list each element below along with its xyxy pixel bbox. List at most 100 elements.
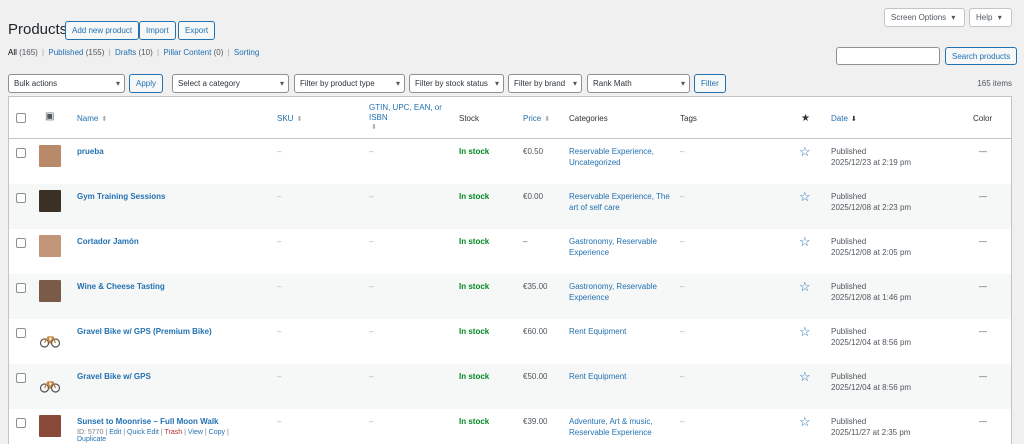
sku-value: –	[277, 372, 282, 381]
separator: |	[108, 48, 111, 57]
view-sorting[interactable]: Sorting	[234, 48, 259, 57]
row-checkbox[interactable]	[16, 238, 26, 248]
product-name-link[interactable]: Cortador Jamón	[77, 236, 139, 247]
row-checkbox[interactable]	[16, 328, 26, 338]
product-name-link[interactable]: Wine & Cheese Tasting	[77, 281, 165, 292]
export-button[interactable]: Export	[178, 21, 216, 40]
screen-options-button[interactable]: Screen Options ▾	[884, 8, 965, 27]
bulk-actions-select[interactable]: Bulk actions ▾	[8, 74, 125, 93]
category-link[interactable]: Reservable Experience,	[569, 146, 654, 157]
import-button[interactable]: Import	[139, 21, 176, 40]
row-checkbox[interactable]	[16, 148, 26, 158]
product-name-link[interactable]: Gym Training Sessions	[77, 191, 165, 202]
publish-status: Published	[831, 417, 867, 426]
color-value: —	[979, 282, 987, 291]
view-pillar-content[interactable]: Pillar Content (0)	[163, 48, 223, 57]
category-link[interactable]: Uncategorized	[569, 157, 654, 168]
view-link[interactable]: View	[188, 429, 203, 436]
product-thumbnail[interactable]	[39, 415, 61, 437]
product-thumbnail[interactable]	[39, 190, 61, 212]
view-all[interactable]: All (165)	[8, 48, 38, 57]
table-row: Gym Training Sessions – – In stock €0.00 Rese…	[9, 184, 1011, 229]
featured-star-icon[interactable]: ☆	[799, 280, 811, 293]
table-header: ▣ Name ⬍ SKU ⬍ GTIN, UPC, EAN, or ISBN ⬍ S…	[9, 97, 1011, 139]
categories-value: Gastronomy, Reservable Experience	[569, 281, 657, 303]
category-label: Select a category	[178, 79, 240, 88]
row-checkbox[interactable]	[16, 193, 26, 203]
separator: |	[42, 48, 45, 57]
categories-value: Gastronomy, Reservable Experience	[569, 236, 657, 258]
filter-button[interactable]: Filter	[694, 74, 726, 93]
featured-star-icon[interactable]: ☆	[799, 235, 811, 248]
category-link[interactable]: art of self care	[569, 202, 670, 213]
category-link[interactable]: Reservable Experience	[569, 427, 653, 438]
product-name-link[interactable]: prueba	[77, 146, 104, 157]
search-input[interactable]	[836, 47, 940, 65]
publish-status: Published	[831, 237, 867, 246]
brand-select[interactable]: Filter by brand ▾	[508, 74, 582, 93]
add-new-product-button[interactable]: Add new product	[65, 21, 140, 40]
column-gtin[interactable]: GTIN, UPC, EAN, or ISBN ⬍	[369, 103, 442, 133]
publish-status: Published	[831, 372, 867, 381]
rank-math-select[interactable]: Rank Math ▾	[587, 74, 690, 93]
duplicate-link[interactable]: Duplicate	[77, 436, 106, 443]
product-thumbnail[interactable]	[39, 374, 61, 396]
featured-star-icon[interactable]: ☆	[799, 370, 811, 383]
column-price[interactable]: Price ⬍	[523, 114, 550, 123]
table-row: Gravel Bike w/ GPS (Premium Bike) – – In st…	[9, 319, 1011, 364]
category-link[interactable]: Rent Equipment	[569, 371, 626, 382]
stock-status-select[interactable]: Filter by stock status ▾	[409, 74, 504, 93]
separator: |	[123, 429, 126, 436]
product-name-link[interactable]: Sunset to Moonrise – Full Moon Walk	[77, 416, 218, 427]
search-products-button[interactable]: Search products	[945, 47, 1018, 65]
gtin-value: –	[369, 147, 374, 156]
product-thumbnail[interactable]	[39, 145, 61, 167]
trash-link[interactable]: Trash	[165, 429, 183, 436]
apply-button[interactable]: Apply	[129, 74, 164, 93]
product-name-link[interactable]: Gravel Bike w/ GPS	[77, 371, 151, 382]
featured-star-icon[interactable]: ☆	[799, 190, 811, 203]
copy-link[interactable]: Copy	[209, 429, 225, 436]
category-link[interactable]: Experience	[569, 247, 657, 258]
category-link[interactable]: Gastronomy, Reservable	[569, 281, 657, 292]
product-thumbnail[interactable]	[39, 280, 61, 302]
help-button[interactable]: Help ▾	[969, 8, 1012, 27]
category-link[interactable]: Reservable Experience, The	[569, 191, 670, 202]
table-row: prueba – – In stock €0.50 Reservable Experien…	[9, 139, 1011, 184]
product-type-select[interactable]: Filter by product type ▾	[294, 74, 405, 93]
sort-icon: ⬍	[101, 116, 108, 123]
featured-star-icon[interactable]: ☆	[799, 415, 811, 428]
quick-edit-link[interactable]: Quick Edit	[127, 429, 159, 436]
column-categories: Categories	[569, 114, 608, 123]
category-link[interactable]: Gastronomy, Reservable	[569, 236, 657, 247]
product-name-link[interactable]: Gravel Bike w/ GPS (Premium Bike)	[77, 326, 212, 337]
column-sku[interactable]: SKU ⬍	[277, 114, 302, 123]
select-all-checkbox[interactable]	[16, 113, 26, 123]
color-value: —	[979, 147, 987, 156]
view-all-count: (165)	[19, 48, 38, 57]
row-checkbox[interactable]	[16, 373, 26, 383]
price-value: €60.00	[523, 327, 548, 336]
category-link[interactable]: Adventure, Art & music,	[569, 416, 653, 427]
featured-star-icon[interactable]: ☆	[799, 325, 811, 338]
tags-value: –	[680, 282, 685, 291]
price-value: €50.00	[523, 372, 548, 381]
row-checkbox[interactable]	[16, 283, 26, 293]
category-link[interactable]: Rent Equipment	[569, 326, 626, 337]
product-thumbnail[interactable]	[39, 235, 61, 257]
view-drafts[interactable]: Drafts (10)	[115, 48, 153, 57]
category-link[interactable]: Experience	[569, 292, 657, 303]
publish-date: 2025/12/04 at 8:56 pm	[831, 338, 912, 347]
view-published[interactable]: Published (155)	[48, 48, 104, 57]
column-name[interactable]: Name ⬍	[77, 114, 107, 123]
column-date[interactable]: Date ⬇	[831, 114, 857, 123]
column-date-label: Date	[831, 114, 848, 123]
chevron-down-icon: ▾	[572, 79, 577, 88]
chevron-down-icon: ▾	[395, 79, 400, 88]
product-thumbnail[interactable]	[39, 329, 61, 351]
edit-link[interactable]: Edit	[109, 429, 121, 436]
status-views: All (165) | Published (155) | Drafts (10…	[8, 48, 259, 57]
featured-star-icon[interactable]: ☆	[799, 145, 811, 158]
category-select[interactable]: Select a category ▾	[172, 74, 289, 93]
row-checkbox[interactable]	[16, 418, 26, 428]
